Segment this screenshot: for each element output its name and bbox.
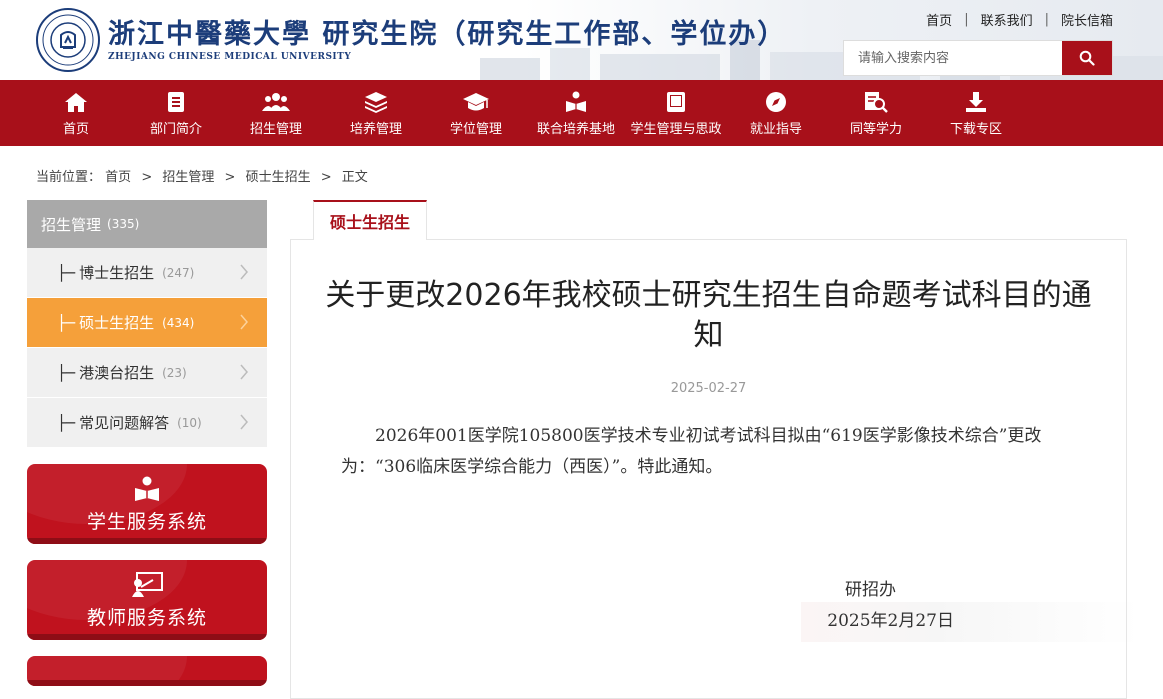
school-name-cn: 浙江中醫藥大學 研究生院（研究生工作部、学位办） bbox=[108, 18, 787, 50]
university-logo[interactable]: 浙江中醫藥大學 研究生院（研究生工作部、学位办） ZHEJIANG CHINES… bbox=[36, 8, 786, 72]
home-icon bbox=[65, 92, 87, 112]
top-link-dean-mailbox[interactable]: 院长信箱 bbox=[1061, 10, 1113, 29]
sidebar-item-label: 港澳台招生 bbox=[79, 364, 155, 382]
nav-label: 下载专区 bbox=[949, 121, 1002, 137]
breadcrumb-prefix: 当前位置： bbox=[36, 170, 102, 185]
nav-label: 部门简介 bbox=[149, 121, 202, 137]
sidebar-head-count: (335) bbox=[107, 217, 140, 231]
chevron-right-icon bbox=[240, 314, 248, 330]
tree-branch: ├─ bbox=[57, 263, 76, 282]
search-box bbox=[843, 40, 1113, 76]
chevron-right-icon bbox=[240, 364, 248, 380]
tree-branch: ├─ bbox=[57, 363, 76, 382]
breadcrumb: 当前位置： 首页 > 招生管理 > 硕士生招生 > 正文 bbox=[36, 166, 368, 185]
breadcrumb-separator: > bbox=[320, 170, 332, 185]
sidebar-item-label: 博士生招生 bbox=[79, 264, 155, 282]
sidebar-item-count: (434) bbox=[162, 315, 195, 330]
tree-branch: ├─ bbox=[57, 313, 76, 332]
sidebar-item-count: (247) bbox=[162, 265, 195, 280]
nav-item-about[interactable]: 部门简介 bbox=[126, 80, 226, 146]
nav-item-home[interactable]: 首页 bbox=[26, 80, 126, 146]
sidebar-item-phd-admissions[interactable]: ├─ 博士生招生 (247) bbox=[27, 248, 267, 298]
search-button[interactable] bbox=[1062, 41, 1112, 75]
download-icon bbox=[966, 91, 986, 112]
book-icon bbox=[667, 91, 685, 112]
users-icon bbox=[262, 92, 290, 111]
student-reading-icon bbox=[135, 476, 159, 501]
sidebar-head-label: 招生管理 bbox=[41, 215, 102, 234]
nav-label: 同等学力 bbox=[849, 121, 902, 137]
tab-master-admissions[interactable]: 硕士生招生 bbox=[313, 200, 428, 240]
nav-label: 就业指导 bbox=[749, 121, 802, 137]
search-document-icon bbox=[865, 91, 888, 113]
sidebar-item-count: (23) bbox=[162, 365, 187, 380]
search-input[interactable] bbox=[844, 41, 1062, 75]
nav-label: 首页 bbox=[62, 121, 89, 137]
breadcrumb-separator: > bbox=[224, 170, 236, 185]
document-icon bbox=[168, 91, 184, 112]
university-seal-icon bbox=[36, 8, 100, 72]
article-panel: 关于更改2026年我校硕士研究生招生自命题考试科目的通知 2025-02-27 … bbox=[290, 239, 1141, 699]
teacher-service-label: 教师服务系统 bbox=[86, 606, 207, 629]
nav-label: 联合培养基地 bbox=[536, 121, 615, 137]
graduation-cap-icon bbox=[463, 92, 489, 110]
sidebar-item-count: (10) bbox=[177, 415, 202, 430]
sidebar: 招生管理 (335) ├─ 博士生招生 (247) ├─ 硕士生招生 (434)… bbox=[27, 200, 267, 686]
top-links: 首页 | 联系我们 | 院长信箱 bbox=[926, 10, 1113, 29]
teacher-board-icon bbox=[132, 571, 163, 597]
article-date: 2025-02-27 bbox=[670, 381, 747, 396]
chevron-right-icon bbox=[240, 414, 248, 430]
sidebar-head: 招生管理 (335) bbox=[27, 200, 267, 248]
student-service-label: 学生服务系统 bbox=[86, 510, 207, 533]
sidebar-item-label: 常见问题解答 bbox=[79, 414, 170, 432]
reading-person-icon bbox=[566, 91, 586, 112]
main-nav: 首页 部门简介 招生管理 培养管理 学位管理 联合培养基地 学生管理与思政 就业… bbox=[0, 80, 1163, 146]
nav-item-download[interactable]: 下载专区 bbox=[926, 80, 1026, 146]
breadcrumb-admissions[interactable]: 招生管理 bbox=[162, 170, 214, 185]
sidebar-item-label: 硕士生招生 bbox=[79, 314, 155, 332]
teacher-service-button[interactable]: 教师服务系统 bbox=[27, 560, 267, 640]
nav-item-student-affairs[interactable]: 学生管理与思政 bbox=[626, 80, 726, 146]
article-sign-date: 2025年2月27日 bbox=[827, 611, 954, 631]
nav-item-degree[interactable]: 学位管理 bbox=[426, 80, 526, 146]
tree-branch: ├─ bbox=[57, 413, 76, 432]
chevron-right-icon bbox=[240, 264, 248, 280]
top-link-contact[interactable]: 联系我们 bbox=[981, 10, 1033, 29]
breadcrumb-separator: > bbox=[141, 170, 153, 185]
student-service-button[interactable]: 学生服务系统 bbox=[27, 464, 267, 544]
nav-item-admissions[interactable]: 招生管理 bbox=[226, 80, 326, 146]
compass-icon bbox=[766, 91, 786, 112]
layers-icon bbox=[365, 91, 387, 113]
article-title: 关于更改2026年我校硕士研究生招生自命题考试科目的通知 bbox=[325, 278, 1092, 353]
article-body: 2026年001医学院105800医学技术专业初试考试科目拟由“619医学影像技… bbox=[341, 426, 1042, 477]
nav-label: 培养管理 bbox=[349, 121, 402, 137]
sidebar-item-master-admissions[interactable]: ├─ 硕士生招生 (434) bbox=[27, 298, 267, 348]
nav-item-career[interactable]: 就业指导 bbox=[726, 80, 826, 146]
separator: | bbox=[964, 12, 969, 27]
breadcrumb-home[interactable]: 首页 bbox=[105, 170, 131, 185]
nav-label: 招生管理 bbox=[249, 121, 302, 137]
separator: | bbox=[1044, 12, 1049, 27]
nav-item-training[interactable]: 培养管理 bbox=[326, 80, 426, 146]
site-header: 浙江中醫藥大學 研究生院（研究生工作部、学位办） ZHEJIANG CHINES… bbox=[0, 0, 1163, 80]
article-signature: 研招办 bbox=[845, 580, 896, 600]
nav-item-joint-base[interactable]: 联合培养基地 bbox=[526, 80, 626, 146]
breadcrumb-master-admissions[interactable]: 硕士生招生 bbox=[246, 170, 311, 185]
breadcrumb-current: 正文 bbox=[341, 170, 368, 185]
top-link-home[interactable]: 首页 bbox=[926, 10, 952, 29]
sidebar-item-hmt-admissions[interactable]: ├─ 港澳台招生 (23) bbox=[27, 348, 267, 398]
nav-item-equivalent[interactable]: 同等学力 bbox=[826, 80, 926, 146]
sidebar-item-faq[interactable]: ├─ 常见问题解答 (10) bbox=[27, 398, 267, 448]
school-name-en: ZHEJIANG CHINESE MEDICAL UNIVERSITY bbox=[108, 51, 352, 62]
nav-label: 学位管理 bbox=[449, 121, 502, 137]
search-icon bbox=[1079, 50, 1095, 66]
nav-label: 学生管理与思政 bbox=[630, 121, 722, 137]
